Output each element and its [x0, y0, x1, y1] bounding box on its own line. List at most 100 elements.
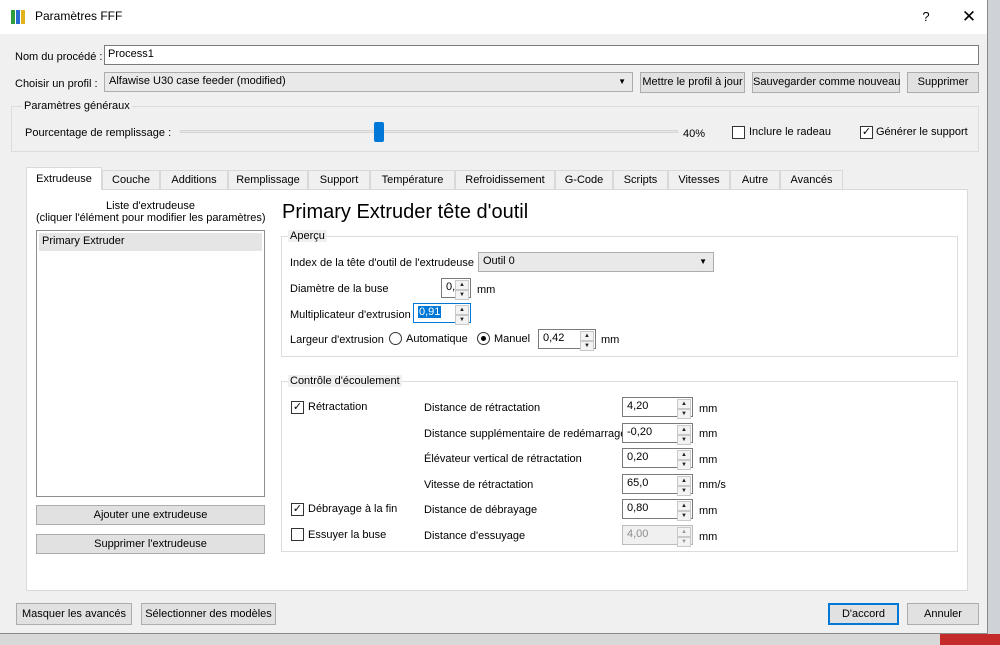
stepper-arrows-icon[interactable]: ▲ ▼	[455, 305, 469, 325]
extrusion-width-value: 0,42	[543, 332, 565, 344]
process-name-input[interactable]: Process1	[104, 45, 979, 65]
wipe-distance-spinbox[interactable]: 4,00 ▲ ▼	[622, 525, 693, 547]
title-bar: Paramètres FFF ? ✕	[0, 0, 987, 34]
extra-restart-value: -0,20	[627, 426, 653, 438]
extrusion-width-spinbox[interactable]: 0,42 ▲ ▼	[538, 329, 596, 351]
stepper-arrows-icon[interactable]: ▲ ▼	[677, 399, 691, 419]
app-icon	[11, 10, 25, 24]
hide-advanced-button[interactable]: Masquer les avancés	[16, 603, 132, 625]
close-icon[interactable]: ✕	[958, 6, 980, 28]
retraction-distance-label: Distance de rétractation	[424, 402, 541, 414]
cancel-button[interactable]: Annuler	[907, 603, 979, 625]
tab-autre[interactable]: Autre	[730, 170, 780, 189]
extrusion-multiplier-value: 0,91	[418, 306, 442, 318]
desktop-background	[988, 0, 1000, 645]
chevron-down-icon: ▼	[699, 257, 707, 266]
general-settings-title: Paramètres généraux	[22, 100, 132, 112]
update-profile-button[interactable]: Mettre le profil à jour	[640, 72, 745, 93]
help-icon[interactable]: ?	[916, 6, 936, 28]
retraction-speed-value: 65,0	[627, 477, 649, 489]
extra-restart-spinbox[interactable]: -0,20 ▲ ▼	[622, 423, 693, 445]
add-extruder-button[interactable]: Ajouter une extrudeuse	[36, 505, 265, 525]
select-models-button[interactable]: Sélectionner des modèles	[141, 603, 276, 625]
z-lift-unit: mm	[699, 454, 718, 466]
retraction-speed-unit: mm/s	[699, 479, 726, 491]
retraction-speed-label: Vitesse de rétractation	[424, 479, 534, 491]
infill-slider-track[interactable]	[180, 130, 678, 133]
window-title: Paramètres FFF	[35, 9, 123, 23]
infill-value: 40%	[683, 128, 706, 140]
tab-additions[interactable]: Additions	[160, 170, 228, 189]
wipe-label: Essuyer la buse	[308, 529, 387, 541]
nozzle-diameter-label: Diamètre de la buse	[290, 283, 389, 295]
tab-support[interactable]: Support	[308, 170, 370, 189]
stepper-arrows-icon[interactable]: ▲ ▼	[677, 501, 691, 521]
wipe-distance-unit: mm	[699, 531, 718, 543]
tool-index-value: Outil 0	[483, 255, 515, 267]
profile-label: Choisir un profil :	[15, 78, 98, 90]
tab-temperature[interactable]: Température	[370, 170, 455, 189]
tab-scripts[interactable]: Scripts	[613, 170, 668, 189]
stepper-arrows-icon[interactable]: ▲ ▼	[677, 527, 691, 547]
z-lift-value: 0,20	[627, 451, 649, 463]
auto-width-label: Automatique	[406, 333, 468, 345]
coast-distance-value: 0,80	[627, 502, 649, 514]
list-item[interactable]: Primary Extruder	[39, 233, 262, 251]
retraction-checkbox[interactable]: ✓	[291, 401, 304, 414]
z-lift-spinbox[interactable]: 0,20 ▲ ▼	[622, 448, 693, 470]
tab-refroidissement[interactable]: Refroidissement	[455, 170, 555, 189]
tab-gcode[interactable]: G-Code	[555, 170, 613, 189]
coast-distance-spinbox[interactable]: 0,80 ▲ ▼	[622, 499, 693, 521]
retraction-distance-spinbox[interactable]: 4,20 ▲ ▼	[622, 397, 693, 419]
auto-width-radio[interactable]	[389, 332, 402, 345]
stepper-arrows-icon[interactable]: ▲ ▼	[677, 476, 691, 496]
manual-width-radio[interactable]	[477, 332, 490, 345]
stepper-arrows-icon[interactable]: ▲ ▼	[455, 280, 469, 300]
tool-index-select[interactable]: Outil 0 ▼	[478, 252, 714, 272]
extruder-list-hint: (cliquer l'élément pour modifier les par…	[36, 212, 266, 224]
tool-index-label: Index de la tête d'outil de l'extrudeuse	[290, 257, 474, 269]
coast-label: Débrayage à la fin	[308, 503, 398, 515]
extruder-list-header: Liste d'extrudeuse	[106, 200, 195, 212]
retraction-distance-value: 4,20	[627, 400, 649, 412]
z-lift-label: Élévateur vertical de rétractation	[424, 453, 582, 465]
extrusion-width-label: Largeur d'extrusion	[290, 334, 384, 346]
profile-select[interactable]: Alfawise U30 case feeder (modified) ▼	[104, 72, 633, 92]
nozzle-diameter-spinbox[interactable]: 0,40 ▲▼	[441, 278, 471, 300]
remove-extruder-button[interactable]: Supprimer l'extrudeuse	[36, 534, 265, 554]
overview-title: Aperçu	[288, 230, 327, 242]
extra-restart-unit: mm	[699, 428, 718, 440]
infill-slider-handle[interactable]	[374, 122, 385, 142]
include-raft-label: Inclure le radeau	[749, 126, 831, 138]
stepper-arrows-icon[interactable]: ▲ ▼	[677, 425, 691, 445]
wipe-checkbox[interactable]	[291, 528, 304, 541]
coast-checkbox[interactable]: ✓	[291, 503, 304, 516]
tab-avances[interactable]: Avancés	[780, 170, 843, 189]
extruder-list[interactable]: Primary Extruder	[36, 230, 265, 497]
chevron-down-icon: ▼	[618, 77, 626, 86]
extrusion-width-unit: mm	[601, 334, 620, 346]
tab-vitesses[interactable]: Vitesses	[668, 170, 730, 189]
retraction-label: Rétractation	[308, 401, 368, 413]
ok-button[interactable]: D'accord	[828, 603, 899, 625]
tab-remplissage[interactable]: Remplissage	[228, 170, 308, 189]
tab-extrudeuse[interactable]: Extrudeuse	[26, 167, 102, 190]
stepper-arrows-icon[interactable]: ▲ ▼	[580, 331, 594, 351]
flow-control-title: Contrôle d'écoulement	[288, 375, 402, 387]
save-as-new-button[interactable]: Sauvegarder comme nouveau	[752, 72, 900, 93]
flow-control-group	[281, 381, 958, 552]
extrusion-multiplier-spinbox[interactable]: 0,91 ▲ ▼	[413, 303, 471, 325]
wipe-distance-label: Distance d'essuyage	[424, 530, 526, 542]
extrusion-multiplier-label: Multiplicateur d'extrusion	[290, 309, 411, 321]
retraction-speed-spinbox[interactable]: 65,0 ▲ ▼	[622, 474, 693, 496]
nozzle-diameter-unit: mm	[477, 284, 496, 296]
process-name-label: Nom du procédé :	[15, 51, 103, 63]
include-raft-checkbox[interactable]	[732, 126, 745, 139]
retraction-distance-unit: mm	[699, 403, 718, 415]
manual-width-label: Manuel	[494, 333, 531, 345]
infill-label: Pourcentage de remplissage :	[25, 127, 172, 139]
tab-couche[interactable]: Couche	[102, 170, 160, 189]
delete-profile-button[interactable]: Supprimer	[907, 72, 979, 93]
generate-support-checkbox[interactable]: ✓	[860, 126, 873, 139]
stepper-arrows-icon[interactable]: ▲ ▼	[677, 450, 691, 470]
